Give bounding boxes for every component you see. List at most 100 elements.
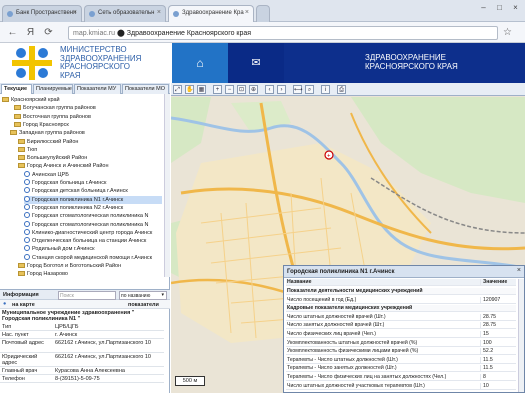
ministry-logo[interactable]: МИНИСТЕРСТВО ЗДРАВООХРАНЕНИЯ КРАСНОЯРСКО…	[0, 43, 172, 83]
search-mode-select[interactable]: по названию ▾	[119, 291, 167, 300]
popup-row: Число посещений в год (Ед.) 120907	[286, 296, 516, 304]
tree-item[interactable]: Красноярский край	[2, 96, 162, 104]
tree-item[interactable]: Городская стоматологическая поликлиника …	[24, 212, 162, 220]
close-icon[interactable]: ×	[245, 9, 249, 16]
tab-current[interactable]: Текущие	[1, 84, 32, 94]
info-row-value: 662162 г.Ачинск, ул.Партизанского 10	[55, 340, 151, 346]
tree-item[interactable]: Городская больница г.Ачинск	[24, 179, 162, 187]
minimize-icon[interactable]: –	[477, 3, 490, 13]
info-row: Главный врач Курасова Анна Алексеевна	[0, 367, 164, 375]
tree-item[interactable]: Станция скорой медицинской помощи г.Ачин…	[24, 253, 162, 262]
tree-item[interactable]: Большеулуйский Район	[18, 154, 162, 162]
tree-item[interactable]: Город Ачинск и Ачинский Район	[18, 162, 162, 170]
popup-row-value: 11.5	[480, 356, 516, 364]
zoom-box-icon[interactable]: ⊡	[237, 85, 246, 94]
hospital-icon	[24, 203, 30, 210]
tree-item[interactable]: Городская поликлиника N2 г.Ачинск	[24, 203, 162, 212]
address-toolbar: ← Я ⟳ map.kmiac.ru ⬤ Здравоохранение Кра…	[0, 22, 525, 43]
back-icon[interactable]: ‹	[265, 85, 274, 94]
print-icon[interactable]: ⎙	[337, 85, 346, 94]
tab-mu-indicators[interactable]: Показатели МУ	[74, 84, 121, 94]
popup-row-value: 11.5	[480, 365, 516, 373]
popup-row-name: Терапевты - Число занятых должностей (Шт…	[287, 365, 397, 372]
refresh-icon[interactable]: ⟳	[42, 26, 55, 39]
new-tab-button[interactable]	[256, 5, 270, 22]
info-icon[interactable]: i	[321, 85, 330, 94]
tree-item[interactable]: Западная группа районов	[10, 129, 162, 137]
tree-item[interactable]: Ачинская ЦРБ	[24, 170, 162, 179]
tree-item[interactable]: Городская стоматологическая поликлиника …	[24, 220, 162, 229]
map-view[interactable]: + ⤢ ✋ ▦ + − ⊡ ⊕ ‹ › ⟷ ⌕ i ⎙ 500 м Городс…	[171, 83, 525, 393]
yandex-icon[interactable]: Я	[24, 26, 37, 39]
folder-icon	[18, 138, 25, 144]
tree-scrollbar[interactable]	[164, 94, 170, 277]
tree-item[interactable]: Тюп	[18, 146, 162, 154]
popup-row: Кадровые показатели медицинских учрежден…	[286, 305, 516, 313]
site-title-line: ЗДРАВООХРАНЕНИЕ	[365, 53, 446, 62]
search-mode-value: по названию	[121, 293, 151, 299]
url-field[interactable]: map.kmiac.ru ⬤ Здравоохранение Красноярс…	[68, 26, 498, 40]
layers-icon[interactable]: ▦	[197, 85, 206, 94]
tree-item-label: Тюп	[27, 146, 38, 153]
popup-row-name: Укомплектованность штатных должностей вр…	[287, 339, 418, 346]
info-row: Телефон 8-(39151)-5-09-75	[0, 375, 164, 383]
info-row-value: ЦРБ/ЦГБ	[55, 324, 79, 330]
tree-item[interactable]: Восточная группа районов	[14, 113, 162, 121]
zoom-out-icon[interactable]: −	[225, 85, 234, 94]
tree-item[interactable]: Богучанская группа районов	[14, 104, 162, 112]
back-arrow-icon[interactable]: ←	[6, 26, 19, 39]
zoom-extent-icon[interactable]: ⊕	[249, 85, 258, 94]
tree-item-label: Клинико-диагностический центр города Ачи…	[32, 229, 153, 236]
browser-tab-2[interactable]: Сеть образовательн ×	[84, 5, 166, 22]
popup-row-name: Терапевты - Число штатных должностей (Шт…	[287, 356, 398, 363]
show-on-map-button[interactable]: на карте	[12, 302, 35, 308]
popup-row-name: Терапевты - Число физических лиц на заня…	[287, 374, 447, 380]
svg-text:+: +	[327, 154, 331, 160]
popup-row-name: Число штатных должностей участковых тера…	[287, 382, 425, 389]
tab-planned[interactable]: Планируемые	[33, 84, 73, 94]
fullscreen-icon[interactable]: ⤢	[173, 85, 182, 94]
window-close-icon[interactable]: ×	[509, 3, 522, 13]
site-title-line: КРАСНОЯРСКОГО КРАЯ	[365, 62, 458, 71]
folder-icon	[14, 121, 21, 127]
star-icon[interactable]: ☆	[501, 26, 514, 39]
mail-button[interactable]: ✉	[228, 43, 284, 83]
close-icon[interactable]: ×	[517, 267, 521, 274]
tree-item[interactable]: Отделенческая больница на станции Ачинск	[24, 237, 162, 245]
info-row: Юридический адрес 662162 г.Ачинск, ул.Пар…	[0, 353, 164, 367]
browser-tab-1[interactable]: Банк Пространственн ×	[2, 5, 82, 22]
search-input[interactable]: Поиск	[58, 291, 116, 300]
site-title: ЗДРАВООХРАНЕНИЕ КРАСНОЯРСКОГО КРАЯ	[365, 53, 458, 71]
tree-item[interactable]: Город Назарово	[18, 270, 162, 277]
search-icon[interactable]: ⌕	[305, 85, 314, 94]
tree-item[interactable]: Бирилюсский Район	[18, 138, 162, 146]
tree-item[interactable]: Городская детская больница г.Ачинск	[24, 187, 162, 195]
folder-icon	[18, 146, 25, 152]
measure-icon[interactable]: ⟷	[293, 85, 303, 94]
logo-line: КРАЯ	[60, 70, 81, 80]
hospital-icon	[24, 179, 30, 185]
left-tabs: Текущие Планируемые Показатели МУ Показа…	[0, 83, 170, 94]
close-icon[interactable]: ×	[157, 9, 161, 16]
popup-scrollbar[interactable]	[518, 279, 524, 392]
zoom-in-icon[interactable]: +	[213, 85, 222, 94]
url-separator: ⬤	[116, 30, 127, 37]
folder-icon	[10, 130, 17, 136]
tree-item[interactable]: Город Красноярск	[14, 121, 162, 129]
popup-row-name: Показатели деятельности медицинских учре…	[287, 288, 423, 294]
info-toolbar: ● на карте показатели	[0, 300, 170, 309]
maximize-icon[interactable]: □	[493, 3, 506, 13]
pan-icon[interactable]: ✋	[185, 85, 194, 94]
browser-tab-3[interactable]: Здравоохранение Кра ×	[168, 5, 254, 22]
tree-item[interactable]: Клинико-диагностический центр города Ачи…	[24, 228, 162, 237]
indicators-button[interactable]: показатели	[128, 302, 159, 308]
home-button[interactable]: ⌂	[172, 43, 228, 83]
tree-item-label: Восточная группа районов	[23, 113, 91, 120]
tree-item[interactable]: Городская поликлиника N1 г.Ачинск	[24, 195, 162, 204]
tree-item[interactable]: Родильный дом г.Ачинск	[24, 245, 162, 253]
tab-mo-indicators[interactable]: Показатели МО	[122, 84, 169, 94]
popup-row-name: Укомплектованность физическими лицами вр…	[287, 348, 419, 355]
forward-icon[interactable]: ›	[277, 85, 286, 94]
tree-item[interactable]: Город Боготол и Боготольский Район	[18, 262, 162, 270]
close-icon[interactable]: ×	[73, 9, 77, 16]
